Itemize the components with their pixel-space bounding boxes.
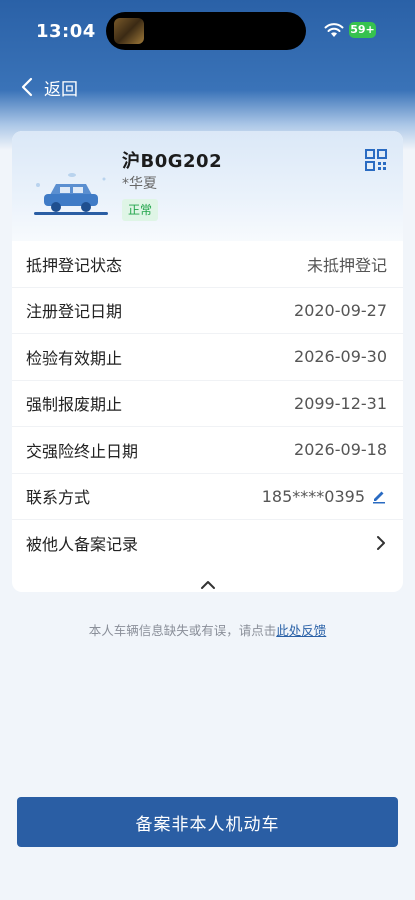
row-filing-records[interactable]: 被他人备案记录 bbox=[12, 520, 403, 567]
row-label: 强制报废期止 bbox=[26, 395, 123, 415]
license-plate: 沪B0G202 bbox=[122, 151, 223, 172]
qr-code-icon[interactable] bbox=[365, 149, 387, 171]
status-time: 13:04 bbox=[36, 21, 96, 42]
chevron-left-icon bbox=[21, 77, 33, 97]
car-icon bbox=[34, 173, 108, 215]
row-label: 检验有效期止 bbox=[26, 348, 123, 368]
back-label: 返回 bbox=[44, 79, 78, 100]
row-label: 注册登记日期 bbox=[26, 302, 123, 322]
contact-phone: 185****0395 bbox=[261, 486, 365, 506]
wifi-icon bbox=[324, 23, 344, 37]
row-scrap-deadline: 强制报废期止 2099-12-31 bbox=[12, 381, 403, 427]
row-value: 2020-09-27 bbox=[294, 300, 387, 320]
chevron-up-icon bbox=[200, 580, 215, 589]
row-registration-date: 注册登记日期 2020-09-27 bbox=[12, 288, 403, 334]
row-label: 联系方式 bbox=[26, 488, 91, 508]
chevron-right-icon bbox=[377, 536, 385, 551]
feedback-link[interactable]: 此处反馈 bbox=[276, 623, 326, 638]
back-button[interactable]: 返回 bbox=[20, 72, 78, 102]
vehicle-card: 沪B0G202 *华夏 正常 抵押登记状态 未抵押登记 注册登记日期 2020-… bbox=[12, 131, 403, 592]
status-badge: 正常 bbox=[122, 199, 159, 221]
feedback-text: 本人车辆信息缺失或有误，请点击 bbox=[88, 623, 277, 638]
vehicle-details-list: 抵押登记状态 未抵押登记 注册登记日期 2020-09-27 检验有效期止 20… bbox=[12, 241, 403, 592]
row-value: 2099-12-31 bbox=[294, 393, 387, 413]
row-label: 抵押登记状态 bbox=[26, 255, 123, 275]
edit-icon[interactable] bbox=[371, 488, 387, 504]
now-playing-thumbnail bbox=[114, 18, 144, 44]
row-label: 交强险终止日期 bbox=[26, 441, 139, 461]
row-mortgage-status: 抵押登记状态 未抵押登记 bbox=[12, 241, 403, 288]
battery-indicator: 59+ bbox=[349, 22, 376, 38]
row-value: 未抵押登记 bbox=[306, 255, 387, 275]
collapse-toggle[interactable] bbox=[12, 567, 403, 593]
row-label: 被他人备案记录 bbox=[26, 535, 139, 555]
row-value-wrap: 185****0395 bbox=[262, 487, 387, 506]
row-inspection-expiry: 检验有效期止 2026-09-30 bbox=[12, 334, 403, 381]
vehicle-summary: 沪B0G202 *华夏 正常 bbox=[12, 131, 403, 241]
register-other-vehicle-button[interactable]: 备案非本人机动车 bbox=[17, 797, 398, 847]
vehicle-model: *华夏 bbox=[122, 176, 157, 192]
row-value: 2026-09-18 bbox=[294, 440, 387, 460]
feedback-notice: 本人车辆信息缺失或有误，请点击此处反馈 bbox=[0, 620, 415, 639]
row-insurance-end-date: 交强险终止日期 2026-09-18 bbox=[12, 427, 403, 474]
dynamic-island bbox=[106, 12, 306, 50]
status-bar: 13:04 59+ bbox=[0, 0, 415, 62]
row-value: 2026-09-30 bbox=[294, 347, 387, 367]
row-contact: 联系方式 185****0395 bbox=[12, 474, 403, 520]
